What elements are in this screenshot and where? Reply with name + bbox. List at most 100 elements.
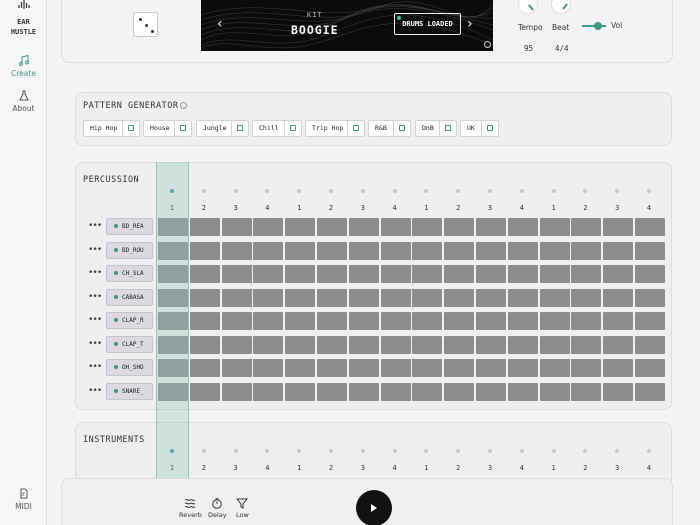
step-cell[interactable]: [635, 218, 665, 236]
step-cell[interactable]: [221, 312, 252, 330]
step-cell[interactable]: [380, 359, 411, 377]
play-button[interactable]: [356, 490, 392, 525]
track-menu-button[interactable]: •••: [88, 339, 102, 349]
volume-slider-thumb[interactable]: [594, 22, 602, 30]
step-cell[interactable]: [221, 241, 252, 260]
genre-checkbox[interactable]: [393, 121, 410, 136]
step-cell[interactable]: [635, 335, 665, 354]
track-button[interactable]: CABASA: [106, 288, 153, 306]
step-cell[interactable]: [539, 241, 570, 260]
dice-icon[interactable]: [133, 12, 158, 37]
step-cell[interactable]: [444, 335, 475, 354]
step-cell[interactable]: [253, 241, 284, 260]
genre-checkbox[interactable]: [174, 121, 191, 136]
step-cell[interactable]: [221, 382, 252, 401]
step-cell[interactable]: [571, 312, 602, 330]
step-cell[interactable]: [253, 265, 284, 283]
genre-jungle[interactable]: Jungle: [196, 120, 249, 137]
genre-checkbox[interactable]: [439, 121, 456, 136]
step-cell[interactable]: [476, 312, 506, 330]
step-cell[interactable]: [412, 218, 443, 236]
step-cell[interactable]: [539, 382, 570, 401]
track-button[interactable]: CLAP_R: [106, 312, 153, 329]
step-cell[interactable]: [221, 218, 252, 236]
genre-checkbox[interactable]: [284, 121, 301, 136]
step-cell[interactable]: [571, 288, 602, 307]
step-cell[interactable]: [348, 288, 379, 307]
step-cell[interactable]: [285, 335, 316, 354]
step-cell[interactable]: [412, 359, 443, 377]
step-cell[interactable]: [317, 382, 347, 401]
step-cell[interactable]: [444, 288, 475, 307]
step-cell[interactable]: [189, 218, 220, 236]
step-cell[interactable]: [253, 359, 284, 377]
step-cell[interactable]: [380, 335, 411, 354]
step-cell[interactable]: [380, 218, 411, 236]
step-cell[interactable]: [571, 335, 602, 354]
step-cell[interactable]: [603, 218, 634, 236]
genre-rnb[interactable]: R&B: [368, 120, 411, 137]
step-cell[interactable]: [603, 288, 634, 307]
step-cell[interactable]: [635, 312, 665, 330]
track-button[interactable]: CLAP_T: [106, 335, 153, 353]
step-cell[interactable]: [380, 241, 411, 260]
genre-uk[interactable]: UK: [460, 120, 499, 137]
step-cell[interactable]: [285, 382, 316, 401]
genre-trip-hop[interactable]: Trip Hop: [305, 120, 365, 137]
genre-hip-hop[interactable]: Hip Hop: [83, 120, 140, 137]
step-cell[interactable]: [507, 335, 538, 354]
step-cell[interactable]: [380, 382, 411, 401]
step-cell[interactable]: [635, 265, 665, 283]
step-cell[interactable]: [189, 288, 220, 307]
step-cell[interactable]: [221, 359, 252, 377]
step-cell[interactable]: [412, 265, 443, 283]
step-cell[interactable]: [380, 265, 411, 283]
track-menu-button[interactable]: •••: [88, 221, 102, 231]
step-cell[interactable]: [412, 335, 443, 354]
step-cell[interactable]: [476, 335, 506, 354]
step-cell[interactable]: [539, 335, 570, 354]
step-cell[interactable]: [571, 359, 602, 377]
reverb-button[interactable]: Reverb: [179, 498, 202, 519]
step-cell[interactable]: [317, 288, 347, 307]
step-cell[interactable]: [507, 359, 538, 377]
step-cell[interactable]: [444, 359, 475, 377]
pattern-info-icon[interactable]: [180, 102, 187, 109]
step-cell[interactable]: [412, 382, 443, 401]
step-cell[interactable]: [285, 218, 316, 236]
step-cell[interactable]: [317, 312, 347, 330]
step-cell[interactable]: [571, 218, 602, 236]
step-cell[interactable]: [507, 265, 538, 283]
step-cell[interactable]: [539, 265, 570, 283]
step-cell[interactable]: [348, 312, 379, 330]
track-button[interactable]: BD_REA: [106, 218, 153, 235]
step-cell[interactable]: [221, 265, 252, 283]
step-cell[interactable]: [348, 359, 379, 377]
step-cell[interactable]: [539, 312, 570, 330]
step-cell[interactable]: [444, 218, 475, 236]
genre-checkbox[interactable]: [231, 121, 248, 136]
track-menu-button[interactable]: •••: [88, 386, 102, 396]
info-icon[interactable]: [484, 41, 491, 48]
track-menu-button[interactable]: •••: [88, 245, 102, 255]
step-cell[interactable]: [603, 335, 634, 354]
genre-checkbox[interactable]: [481, 121, 498, 136]
step-cell[interactable]: [476, 288, 506, 307]
step-cell[interactable]: [571, 241, 602, 260]
step-cell[interactable]: [603, 241, 634, 260]
step-cell[interactable]: [189, 335, 220, 354]
kit-prev-button[interactable]: ‹: [217, 16, 223, 32]
step-cell[interactable]: [253, 312, 284, 330]
step-cell[interactable]: [571, 382, 602, 401]
track-menu-button[interactable]: •••: [88, 292, 102, 302]
step-cell[interactable]: [603, 382, 634, 401]
track-menu-button[interactable]: •••: [88, 268, 102, 278]
step-cell[interactable]: [221, 335, 252, 354]
step-cell[interactable]: [253, 382, 284, 401]
step-cell[interactable]: [348, 218, 379, 236]
step-cell[interactable]: [603, 312, 634, 330]
step-cell[interactable]: [348, 241, 379, 260]
step-cell[interactable]: [507, 382, 538, 401]
genre-checkbox[interactable]: [122, 121, 139, 136]
step-cell[interactable]: [603, 359, 634, 377]
